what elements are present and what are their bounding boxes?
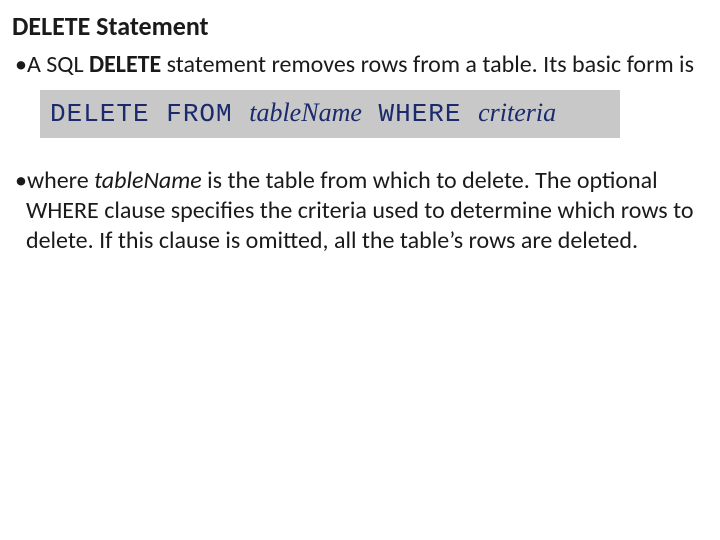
bullet1-pre: A SQL [27,50,89,79]
bullet2-pre: where [27,166,94,195]
bullet2-italic: tableName [94,166,202,195]
bullet-list: A SQL DELETE statement removes rows from… [12,50,708,80]
code-keyword-delete-from: DELETE FROM [50,99,249,129]
code-arg-tablename: tableName [249,98,362,127]
bullet1-bold: DELETE [89,50,161,79]
bullet-item-2: where tableName is the table from which … [12,166,708,256]
code-arg-criteria: criteria [478,98,556,127]
bullet1-post: statement removes rows from a table. Its… [161,50,694,79]
bullet-list-2: where tableName is the table from which … [12,166,708,256]
slide-title: DELETE Statement [12,10,708,42]
code-keyword-where: WHERE [362,99,478,129]
bullet-item-1: A SQL DELETE statement removes rows from… [12,50,708,80]
sql-code-example: DELETE FROM tableName WHERE criteria [40,90,620,138]
